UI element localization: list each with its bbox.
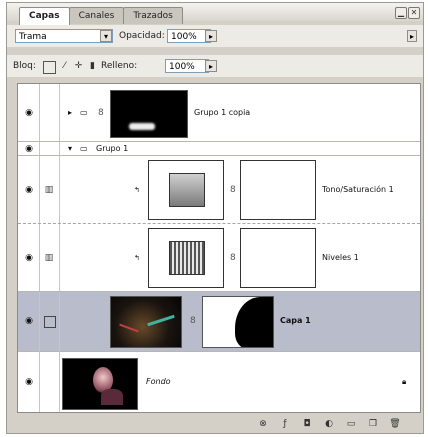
panel-titlebar: Capas Canales Trazados ▁ ✕: [7, 3, 423, 25]
link-cell: [40, 84, 60, 141]
eye-icon[interactable]: ◉: [23, 317, 35, 326]
blend-toolbar: Trama ▾ Opacidad: 100% ▸ ▸: [7, 25, 423, 47]
minimize-icon[interactable]: ▁: [395, 7, 407, 19]
panel-menu-icon[interactable]: ▸: [407, 30, 417, 42]
close-icon[interactable]: ✕: [408, 7, 420, 19]
light-streak: [147, 314, 175, 327]
layer-name-label[interactable]: Grupo 1 copia: [194, 108, 250, 118]
capa-1-thumbnail[interactable]: [110, 296, 182, 348]
opacity-slider-arrow-icon[interactable]: ▸: [205, 30, 217, 42]
eye-icon[interactable]: ◉: [23, 109, 35, 118]
blend-mode-select[interactable]: Trama: [15, 29, 113, 43]
visibility-cell: ◉: [18, 224, 40, 291]
layer-name-label[interactable]: Niveles 1: [322, 253, 359, 263]
levels-thumbnail[interactable]: [148, 228, 224, 288]
lock-all-icon[interactable]: ▮: [87, 61, 98, 72]
tab-capas[interactable]: Capas: [19, 7, 70, 25]
fondo-thumbnail[interactable]: [62, 358, 138, 410]
panel-footer: ⊗ ƒ ◘ ◐ ▭ ❐ 🗑︎: [7, 415, 423, 433]
levels-mask-thumbnail[interactable]: [240, 228, 316, 288]
clip-indicator-icon: ↰: [134, 186, 140, 194]
layer-name-label[interactable]: Grupo 1: [96, 144, 128, 154]
layer-row-grupo-1[interactable]: ◉ ▾ ▭ Grupo 1: [18, 142, 420, 156]
collapse-arrow-icon[interactable]: ▾: [68, 144, 72, 154]
clip-indicator-icon: ↰: [134, 254, 140, 262]
layer-name-label[interactable]: Tono/Saturación 1: [322, 185, 394, 195]
link-layers-icon[interactable]: ⊗: [257, 418, 269, 430]
hue-saturation-mask-thumbnail[interactable]: [240, 160, 316, 220]
layer-name-label[interactable]: Capa 1: [280, 316, 311, 326]
chevron-down-icon[interactable]: ▾: [100, 30, 112, 42]
lock-icon: 🔒︎: [402, 377, 407, 386]
new-layer-icon[interactable]: ❐: [367, 418, 379, 430]
mask-shape: [129, 123, 155, 130]
layer-row-fondo[interactable]: ◉ Fondo 🔒︎: [18, 352, 420, 412]
link-cell: ▥: [40, 224, 60, 291]
layers-panel: Capas Canales Trazados ▁ ✕ Trama ▾ Opaci…: [6, 2, 424, 434]
fill-input[interactable]: 100%: [165, 59, 209, 73]
tab-trazados[interactable]: Trazados: [123, 7, 183, 24]
lock-transparency-icon[interactable]: [43, 61, 56, 74]
layer-row-niveles-1[interactable]: ◉ ▥ ↰ 8 Niveles 1: [18, 224, 420, 292]
light-streak: [119, 323, 139, 333]
visibility-cell: ◉: [18, 352, 40, 412]
visibility-cell: ◉: [18, 156, 40, 223]
visibility-cell: ◉: [18, 142, 40, 155]
layers-list: ◉ ▸ ▭ 8 Grupo 1 copia ◉ ▾ ▭ Grupo 1 ◉ ▥ …: [17, 83, 421, 413]
link-chain-icon: 8: [190, 316, 196, 326]
fill-label: Relleno:: [101, 61, 138, 71]
link-chain-icon: 8: [230, 253, 236, 263]
lock-move-icon[interactable]: ✛: [73, 61, 84, 72]
eye-icon[interactable]: ◉: [23, 378, 35, 387]
link-cell: ▥: [40, 156, 60, 223]
eye-icon[interactable]: ◉: [23, 186, 35, 195]
lock-toolbar: Bloq: ⁄ ✛ ▮ Relleno: 100% ▸: [7, 55, 423, 77]
mask-shape: [235, 297, 273, 347]
portrait-shoulder: [101, 389, 123, 405]
delete-layer-icon[interactable]: 🗑︎: [389, 418, 401, 430]
add-mask-icon[interactable]: ◘: [301, 418, 313, 430]
mask-selected-icon: [44, 316, 56, 328]
folder-icon: ▭: [80, 108, 88, 117]
panel-tabs: Capas Canales Trazados: [19, 7, 183, 25]
expand-arrow-icon[interactable]: ▸: [68, 108, 72, 118]
layer-row-tono-saturacion-1[interactable]: ◉ ▥ ↰ 8 Tono/Saturación 1: [18, 156, 420, 224]
fill-slider-arrow-icon[interactable]: ▸: [205, 60, 217, 72]
new-adjustment-icon[interactable]: ◐: [323, 418, 335, 430]
visibility-cell: ◉: [18, 292, 40, 351]
histogram-icon: [169, 241, 205, 275]
link-cell: [40, 352, 60, 412]
capa-1-mask-thumbnail[interactable]: [202, 296, 274, 348]
layer-row-capa-1[interactable]: ◉ 8 Capa 1: [18, 292, 420, 352]
group-mask-thumbnail[interactable]: [110, 90, 188, 138]
link-chain-icon: 8: [230, 185, 236, 195]
layer-brush-icon: ▥: [44, 253, 54, 263]
layer-name-label[interactable]: Fondo: [146, 377, 171, 387]
link-chain-icon: 8: [98, 108, 104, 118]
lock-brush-icon[interactable]: ⁄: [59, 61, 70, 72]
folder-icon: ▭: [80, 144, 88, 153]
layer-style-icon[interactable]: ƒ: [279, 418, 291, 430]
eye-icon[interactable]: ◉: [23, 145, 35, 154]
adjustment-icon: [169, 173, 205, 207]
link-cell: [40, 292, 60, 351]
layer-brush-icon: ▥: [44, 185, 54, 195]
layer-row-grupo-1-copia[interactable]: ◉ ▸ ▭ 8 Grupo 1 copia: [18, 84, 420, 142]
lock-label: Bloq:: [13, 61, 36, 71]
visibility-cell: ◉: [18, 84, 40, 141]
opacity-label: Opacidad:: [119, 31, 165, 41]
hue-saturation-thumbnail[interactable]: [148, 160, 224, 220]
tab-canales[interactable]: Canales: [68, 7, 125, 24]
eye-icon[interactable]: ◉: [23, 254, 35, 263]
link-cell: [40, 142, 60, 155]
new-group-icon[interactable]: ▭: [345, 418, 357, 430]
